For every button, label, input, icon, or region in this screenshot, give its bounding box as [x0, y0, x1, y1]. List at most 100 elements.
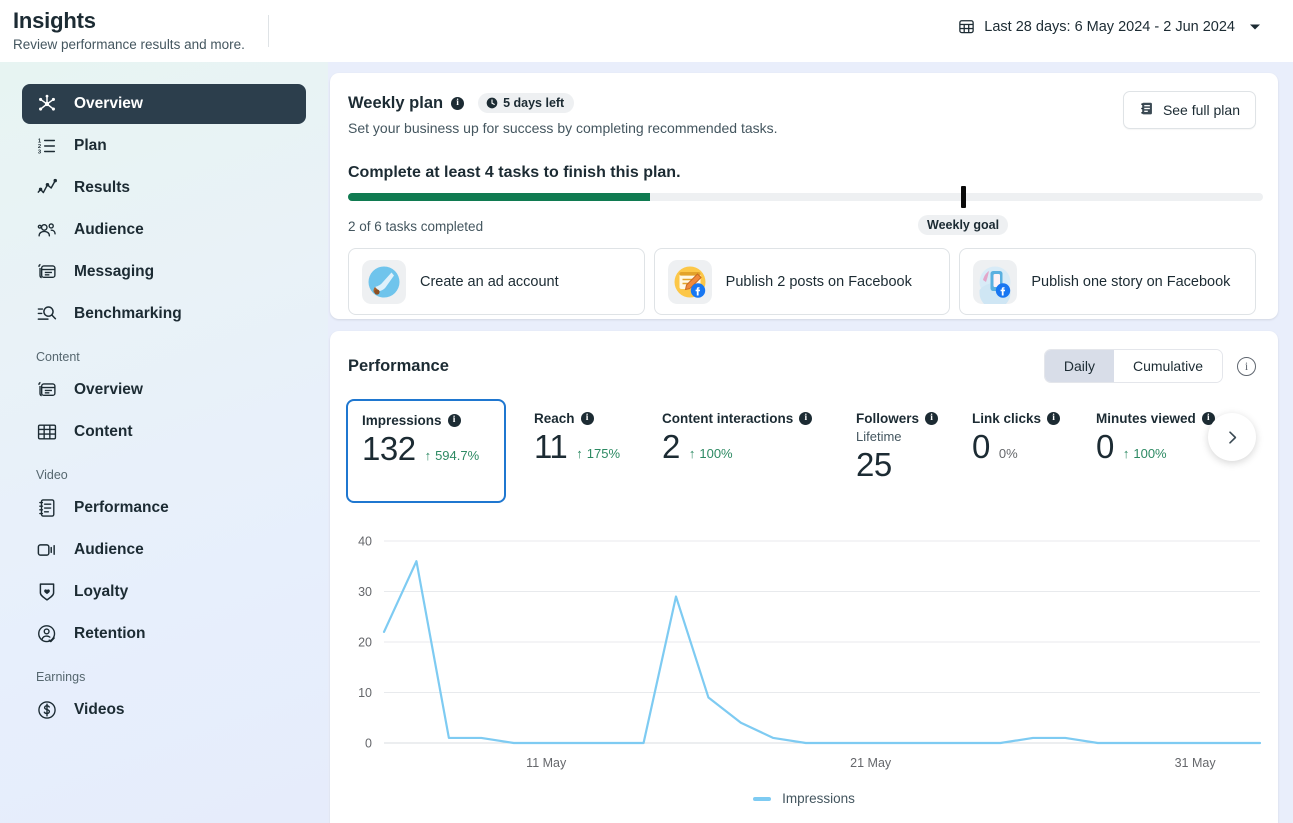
sidebar-item-benchmarking[interactable]: Benchmarking [22, 294, 306, 334]
performance-card: Performance DailyCumulative i Minutes vi… [330, 331, 1278, 823]
info-icon[interactable]: i [581, 412, 594, 425]
sidebar-item-loyalty[interactable]: Loyalty [22, 572, 306, 612]
task-label: Publish 2 posts on Facebook [726, 274, 912, 290]
clock-icon [486, 97, 498, 109]
header-text-block: Insights Review performance results and … [0, 8, 245, 54]
date-range-selector[interactable]: Last 28 days: 6 May 2024 - 2 Jun 2024 [958, 18, 1261, 35]
page-body: Overview123PlanResultsAudienceMessagingB… [0, 62, 1293, 823]
metric-value-row: 25 [856, 446, 938, 484]
tab-cumulative[interactable]: Cumulative [1114, 350, 1222, 382]
sidebar-item-label: Audience [74, 541, 144, 559]
legend-label-impressions: Impressions [782, 791, 855, 806]
task-label: Publish one story on Facebook [1031, 274, 1230, 290]
metric-card-reach[interactable]: Reachi11↑175% [520, 399, 634, 466]
task-card[interactable]: Publish one story on Facebook [959, 248, 1256, 315]
sidebar-item-overview[interactable]: Overview [22, 84, 306, 124]
metric-card-followers[interactable]: Followers i Lifetime 25 [842, 399, 952, 484]
task-card[interactable]: Create an ad account [348, 248, 645, 315]
post-editor-thumb [668, 260, 712, 304]
sidebar-item-messaging[interactable]: Messaging [22, 252, 306, 292]
weekly-goal-marker [961, 186, 966, 208]
messages-icon [36, 261, 58, 283]
see-full-plan-label: See full plan [1163, 102, 1240, 118]
metric-label: Minutes viewed [1096, 411, 1196, 426]
sidebar-item-plan[interactable]: 123Plan [22, 126, 306, 166]
metric-delta-value: 100% [1133, 446, 1166, 461]
sidebar-item-overview[interactable]: Overview [22, 370, 306, 410]
sidebar-item-label: Audience [74, 221, 144, 239]
performance-mode-tabs: DailyCumulative [1044, 349, 1223, 383]
sidebar-item-label: Retention [74, 625, 145, 643]
y-axis-tick-label: 20 [358, 636, 372, 650]
sidebar-item-videos[interactable]: Videos [22, 690, 306, 730]
days-left-badge: 5 days left [478, 93, 574, 113]
info-icon[interactable]: i [451, 97, 464, 110]
sidebar-item-label: Content [74, 423, 133, 441]
metric-label: Impressions [362, 413, 442, 428]
impressions-chart: 01020304011 May21 May31 May Impressions [330, 529, 1278, 779]
metric-value: 0 [972, 428, 990, 466]
metric-sublabel: Lifetime [856, 429, 938, 444]
sidebar-item-label: Overview [74, 381, 143, 399]
task-card[interactable]: Publish 2 posts on Facebook [654, 248, 951, 315]
metric-card-content-interactions[interactable]: Content interactionsi 2↑100% [648, 399, 826, 466]
tab-daily[interactable]: Daily [1045, 350, 1114, 382]
metric-delta-value: 594.7% [435, 448, 479, 463]
y-axis-tick-label: 30 [358, 585, 372, 599]
y-axis-tick-label: 0 [365, 737, 372, 751]
sidebar-item-label: Messaging [74, 263, 154, 281]
y-axis-tick-label: 10 [358, 686, 372, 700]
metric-card-impressions[interactable]: Impressionsi132↑594.7% [346, 399, 506, 503]
metric-delta-value: 175% [587, 446, 620, 461]
user-check-icon [36, 623, 58, 645]
performance-header: Performance DailyCumulative i [330, 349, 1278, 383]
metric-delta: ↑100% [689, 446, 733, 461]
chart-svg: 0 10 20 30 40 11 May 21 May 31 May [330, 529, 1278, 779]
info-icon[interactable]: i [1047, 412, 1060, 425]
see-full-plan-button[interactable]: See full plan [1123, 91, 1256, 129]
sidebar-item-results[interactable]: Results [22, 168, 306, 208]
x-axis-tick-label: 11 May [526, 756, 567, 770]
chart-legend: Impressions [330, 791, 1278, 806]
sidebar-item-audience[interactable]: Audience [22, 210, 306, 250]
notebook-icon [36, 497, 58, 519]
sidebar-item-content[interactable]: Content [22, 412, 306, 452]
sidebar-item-performance[interactable]: Performance [22, 488, 306, 528]
shield-heart-icon [36, 581, 58, 603]
weekly-plan-subtitle: Set your business up for success by comp… [348, 120, 1256, 136]
date-range-label: Last 28 days: 6 May 2024 - 2 Jun 2024 [984, 19, 1235, 35]
y-axis-tick-label: 40 [358, 535, 372, 549]
info-icon[interactable]: i [448, 414, 461, 427]
dollar-circle-icon [36, 699, 58, 721]
metric-card-minutes-viewed[interactable]: Minutes viewedi0↑100% [1082, 399, 1229, 466]
info-icon[interactable]: i [925, 412, 938, 425]
x-axis-tick-label: 21 May [850, 756, 892, 770]
sidebar-item-label: Videos [74, 701, 125, 719]
line-chart-icon [36, 177, 58, 199]
tasks-completed-text: 2 of 6 tasks completed [348, 219, 1256, 234]
progress-fill [348, 193, 650, 201]
metric-delta: 0% [999, 446, 1018, 461]
metric-card-link-clicks[interactable]: Link clicksi00% [958, 399, 1074, 466]
sidebar-item-retention[interactable]: Retention [22, 614, 306, 654]
metric-label-row: Content interactionsi [662, 411, 812, 426]
video-camera-icon [36, 539, 58, 561]
sidebar-group-label-earnings: Earnings [36, 670, 328, 684]
notebook-icon [1139, 101, 1154, 119]
plan-progress: Weekly goal [348, 193, 1256, 201]
info-icon[interactable]: i [1237, 357, 1256, 376]
metric-label: Followers [856, 411, 919, 426]
metrics-next-button[interactable] [1208, 413, 1256, 461]
metric-value: 11 [534, 428, 567, 466]
sidebar-group-label-video: Video [36, 468, 328, 482]
weekly-plan-header: Weekly plan i 5 days left [348, 93, 1256, 113]
numbered-list-icon: 123 [36, 135, 58, 157]
metric-label-row: Minutes viewedi [1096, 411, 1215, 426]
x-axis-tick-label: 31 May [1175, 756, 1217, 770]
info-icon[interactable]: i [799, 412, 812, 425]
metric-label-row: Reachi [534, 411, 620, 426]
metric-value-row: 2↑100% [662, 428, 812, 466]
sidebar-item-audience[interactable]: Audience [22, 530, 306, 570]
arrow-up-icon: ↑ [1123, 447, 1130, 460]
story-phone-thumb [973, 260, 1017, 304]
